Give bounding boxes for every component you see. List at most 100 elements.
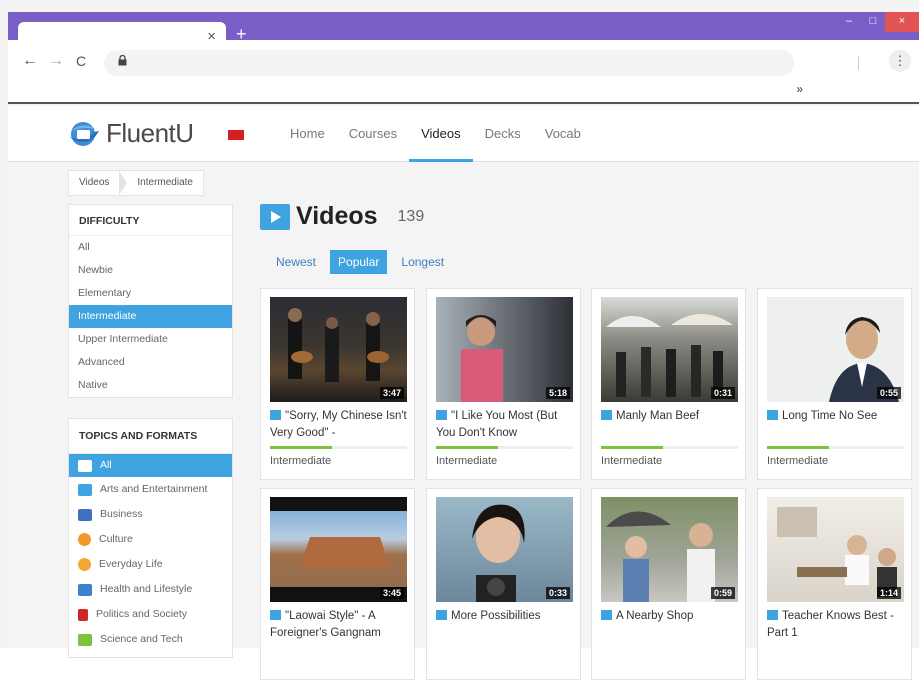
topic-everyday[interactable]: Everyday Life: [69, 552, 232, 577]
fluentu-page: FluentU Home Courses Videos Decks Vocab …: [8, 106, 919, 680]
breadcrumb: Videos Intermediate: [68, 170, 204, 196]
topic-label: Everyday Life: [99, 558, 163, 570]
topic-label: Health and Lifestyle: [100, 583, 193, 595]
sort-tabs: Newest Popular Longest: [268, 250, 458, 274]
fluentu-logo[interactable]: FluentU: [66, 118, 194, 149]
sort-popular[interactable]: Popular: [330, 250, 388, 274]
progress-fill: [270, 446, 332, 449]
video-card[interactable]: 0:31 Manly Man Beef Intermediate: [591, 288, 746, 480]
nav-vocab[interactable]: Vocab: [533, 106, 593, 162]
topic-politics[interactable]: Politics and Society: [69, 602, 232, 627]
video-type-icon: [767, 410, 778, 420]
video-card[interactable]: 3:47 "Sorry, My Chinese Isn't Very Good"…: [260, 288, 415, 480]
bookmarks-overflow-icon[interactable]: »: [796, 82, 803, 96]
lock-icon: [118, 55, 127, 66]
topic-business[interactable]: Business: [69, 502, 232, 527]
tv-icon: [78, 483, 92, 496]
video-title-text: Manly Man Beef: [616, 410, 700, 422]
flag-icon: [78, 608, 88, 621]
sort-longest[interactable]: Longest: [393, 250, 452, 274]
video-title[interactable]: Long Time No See: [767, 408, 907, 425]
reload-icon[interactable]: C: [76, 53, 86, 69]
video-level: Intermediate: [270, 455, 332, 467]
video-type-icon: [270, 610, 281, 620]
video-card[interactable]: 3:45 "Laowai Style" - A Foreigner's Gang…: [260, 488, 415, 680]
topic-science[interactable]: Science and Tech: [69, 627, 232, 652]
video-thumbnail[interactable]: 0:31: [601, 297, 738, 402]
video-duration: 0:55: [876, 387, 901, 399]
topic-label: Arts and Entertainment: [100, 483, 208, 495]
video-thumbnail[interactable]: 3:45: [270, 497, 407, 602]
difficulty-panel: DIFFICULTY All Newbie Elementary Interme…: [68, 204, 233, 398]
video-progress: [270, 446, 407, 449]
video-title[interactable]: "Laowai Style" - A Foreigner's Gangnam: [270, 608, 410, 642]
topic-culture[interactable]: Culture: [69, 527, 232, 552]
video-thumbnail[interactable]: 0:59: [601, 497, 738, 602]
video-progress: [436, 446, 573, 449]
video-thumbnail[interactable]: 1:14: [767, 497, 904, 602]
video-thumbnail[interactable]: 5:18: [436, 297, 573, 402]
difficulty-advanced[interactable]: Advanced: [69, 351, 232, 374]
video-title-text: "Sorry, My Chinese Isn't Very Good" -: [270, 410, 407, 439]
topic-all[interactable]: All: [69, 454, 232, 477]
video-card[interactable]: 1:14 Teacher Knows Best - Part 1: [757, 488, 912, 680]
video-progress: [767, 446, 904, 449]
topic-arts[interactable]: Arts and Entertainment: [69, 477, 232, 502]
video-title[interactable]: "I Like You Most (But You Don't Know: [436, 408, 576, 442]
video-icon: [78, 459, 92, 472]
video-card[interactable]: 0:59 A Nearby Shop: [591, 488, 746, 680]
video-title[interactable]: Manly Man Beef: [601, 408, 741, 425]
browser-toolbar: ← → C ⋮ »: [8, 40, 919, 104]
difficulty-intermediate[interactable]: Intermediate: [69, 305, 232, 328]
forward-icon[interactable]: →: [48, 52, 64, 70]
video-title-text: "I Like You Most (But You Don't Know: [436, 410, 558, 439]
video-progress: [601, 446, 738, 449]
window-close-button[interactable]: ×: [885, 12, 919, 32]
breadcrumb-videos[interactable]: Videos: [69, 171, 119, 195]
difficulty-all[interactable]: All: [69, 236, 232, 259]
address-bar[interactable]: [104, 50, 794, 76]
difficulty-native[interactable]: Native: [69, 374, 232, 397]
video-duration: 1:14: [876, 587, 901, 599]
video-duration: 0:31: [710, 387, 735, 399]
video-thumbnail[interactable]: 3:47: [270, 297, 407, 402]
video-type-icon: [436, 410, 447, 420]
back-icon[interactable]: ←: [22, 52, 38, 70]
video-title[interactable]: Teacher Knows Best - Part 1: [767, 608, 907, 642]
difficulty-newbie[interactable]: Newbie: [69, 259, 232, 282]
china-flag-icon[interactable]: [228, 130, 244, 140]
nav-courses[interactable]: Courses: [337, 106, 409, 162]
video-card[interactable]: 0:33 More Possibilities: [426, 488, 581, 680]
nav-videos[interactable]: Videos: [409, 106, 473, 162]
topic-health[interactable]: Health and Lifestyle: [69, 577, 232, 602]
minimize-button[interactable]: –: [837, 12, 861, 32]
video-card[interactable]: 5:18 "I Like You Most (But You Don't Kno…: [426, 288, 581, 480]
breadcrumb-intermediate[interactable]: Intermediate: [127, 171, 203, 195]
video-title-text: "Laowai Style" - A Foreigner's Gangnam: [270, 610, 381, 639]
video-type-icon: [767, 610, 778, 620]
video-title[interactable]: More Possibilities: [436, 608, 576, 625]
video-title[interactable]: "Sorry, My Chinese Isn't Very Good" -: [270, 408, 410, 442]
difficulty-elementary[interactable]: Elementary: [69, 282, 232, 305]
main-nav: Home Courses Videos Decks Vocab: [278, 106, 593, 162]
topic-label: All: [100, 459, 112, 471]
video-type-icon: [601, 610, 612, 620]
video-title[interactable]: A Nearby Shop: [601, 608, 741, 625]
breadcrumb-separator: [119, 171, 128, 195]
maximize-button[interactable]: □: [861, 12, 885, 32]
sort-newest[interactable]: Newest: [268, 250, 324, 274]
nav-decks[interactable]: Decks: [473, 106, 533, 162]
video-duration: 0:33: [545, 587, 570, 599]
video-type-icon: [270, 410, 281, 420]
video-type-icon: [601, 410, 612, 420]
difficulty-heading: DIFFICULTY: [69, 205, 232, 236]
video-thumbnail[interactable]: 0:33: [436, 497, 573, 602]
nav-home[interactable]: Home: [278, 106, 337, 162]
toolbar-divider: [858, 56, 859, 70]
culture-icon: [78, 533, 91, 546]
runner-icon: [78, 583, 92, 596]
video-thumbnail[interactable]: 0:55: [767, 297, 904, 402]
difficulty-upper-intermediate[interactable]: Upper Intermediate: [69, 328, 232, 351]
video-card[interactable]: 0:55 Long Time No See Intermediate: [757, 288, 912, 480]
browser-menu-icon[interactable]: ⋮: [889, 50, 911, 72]
